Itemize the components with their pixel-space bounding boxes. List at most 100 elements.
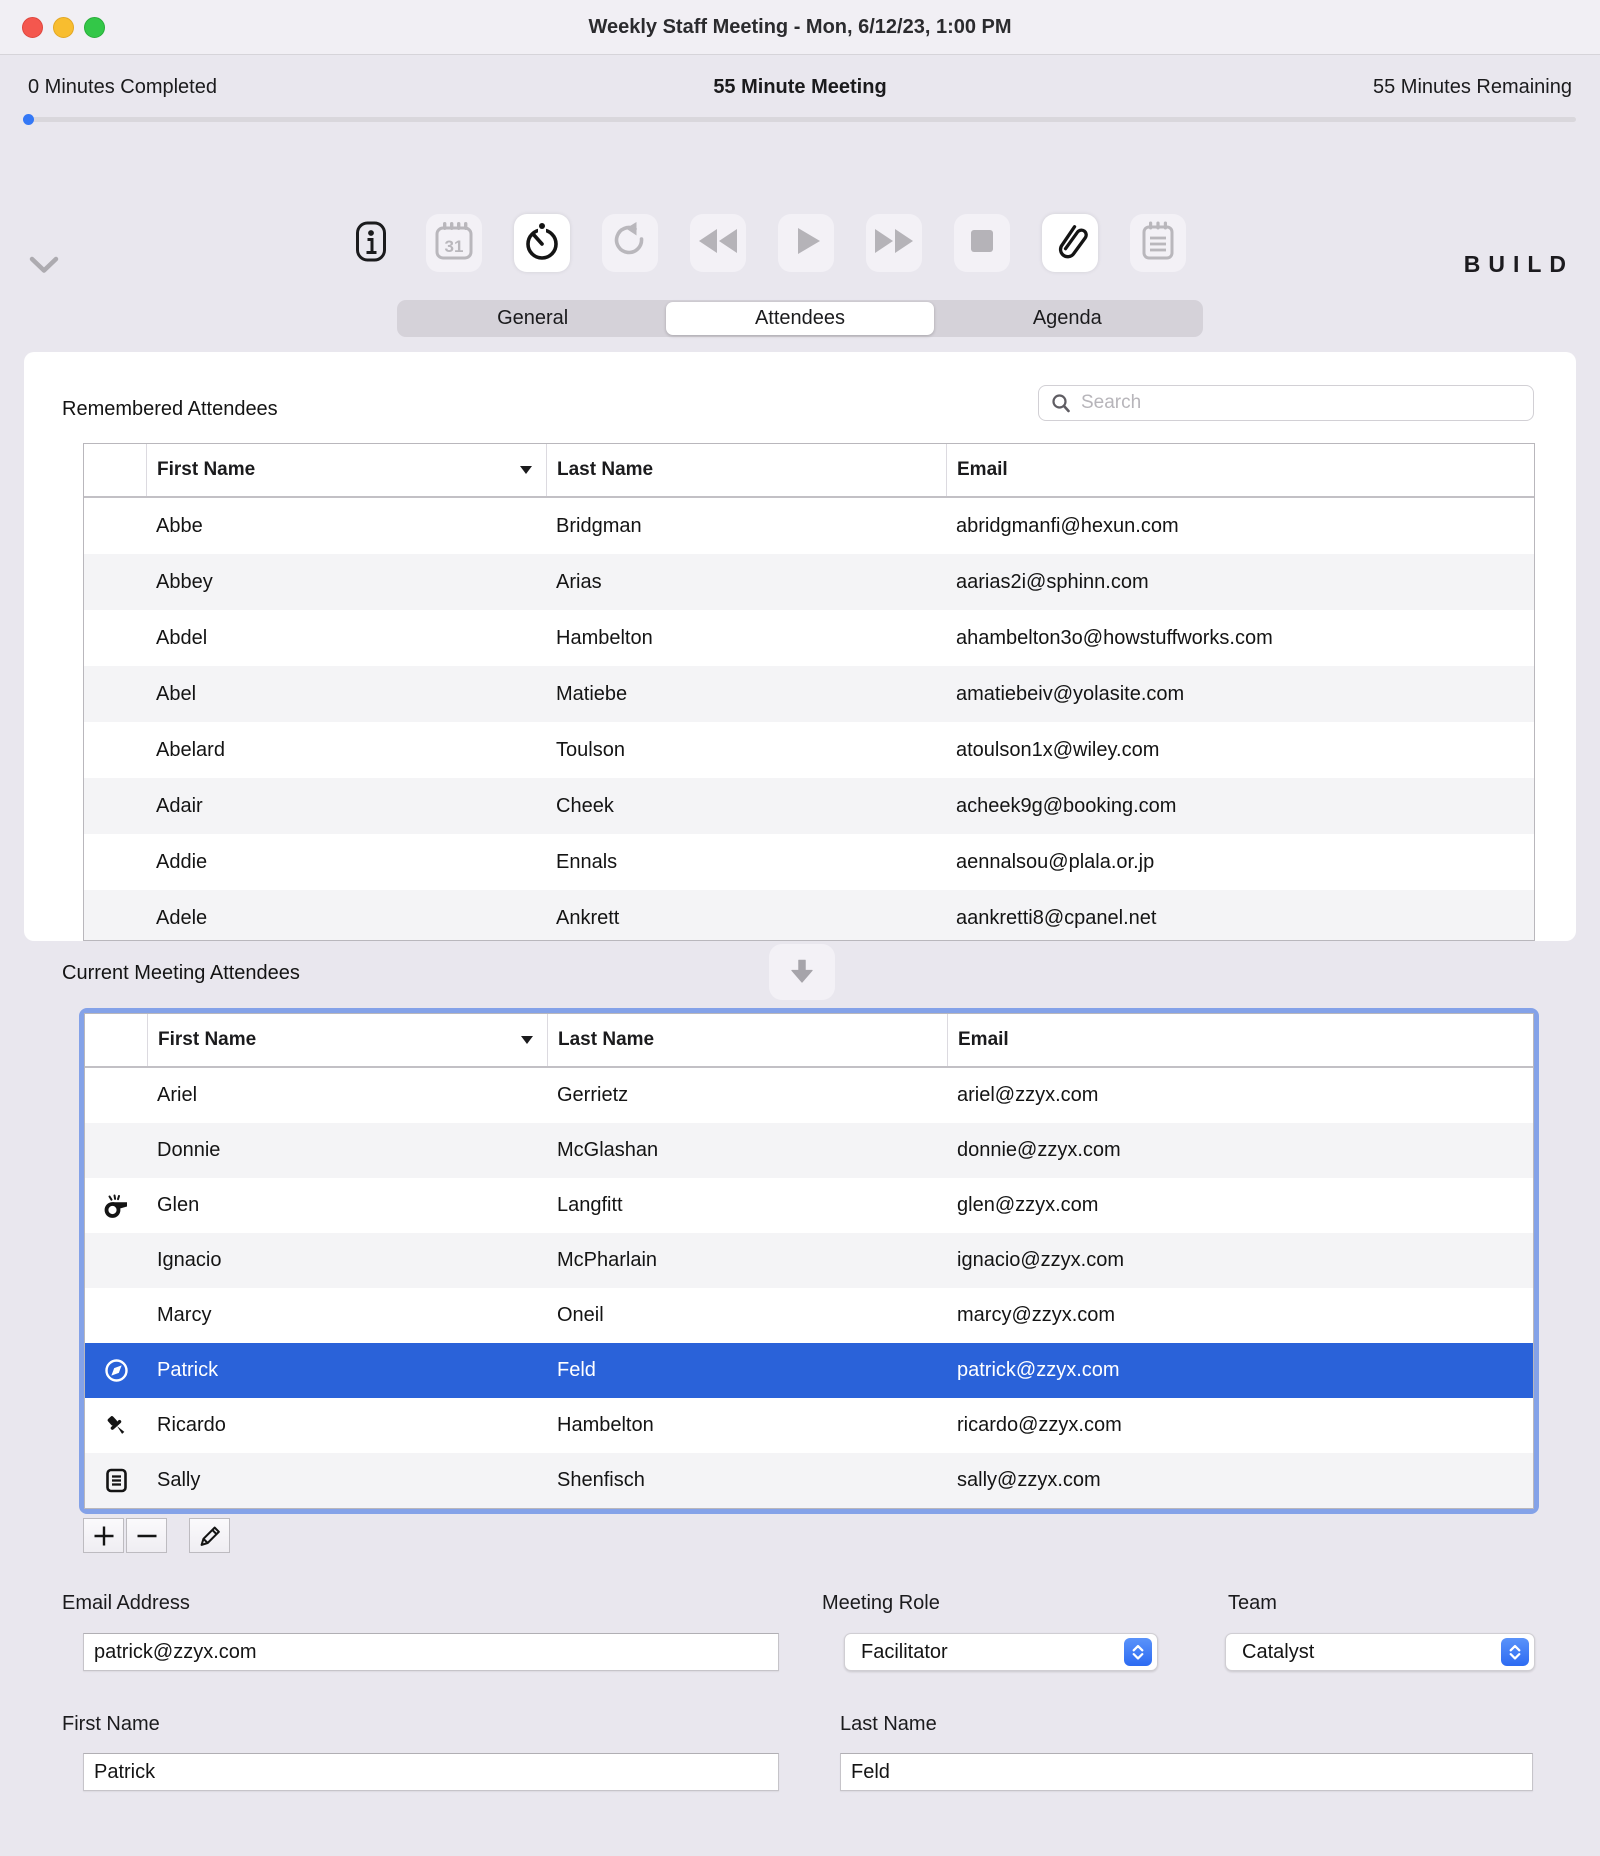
table-header: First Name Last Name Email xyxy=(85,1014,1533,1068)
table-row[interactable]: AbelMatiebeamatiebeiv@yolasite.com xyxy=(84,666,1534,722)
cell-last-name: Ankrett xyxy=(546,907,946,930)
last-name-label: Last Name xyxy=(840,1713,937,1736)
column-header-email[interactable]: Email xyxy=(946,444,1534,496)
play-icon xyxy=(784,219,828,268)
table-row[interactable]: RicardoHambeltonricardo@zzyx.com xyxy=(85,1398,1533,1453)
notes-icon xyxy=(1136,219,1180,268)
last-name-field[interactable] xyxy=(840,1753,1533,1791)
column-header-first-name[interactable]: First Name xyxy=(147,1014,547,1066)
cell-email: glen@zzyx.com xyxy=(947,1194,1533,1217)
cell-email: atoulson1x@wiley.com xyxy=(946,739,1534,762)
email-address-field[interactable] xyxy=(83,1633,779,1671)
tab-general[interactable]: General xyxy=(399,302,666,335)
search-input[interactable] xyxy=(1038,385,1534,421)
search-icon xyxy=(1051,393,1071,414)
table-row[interactable]: AddieEnnalsaennalsou@plala.or.jp xyxy=(84,834,1534,890)
tab-agenda[interactable]: Agenda xyxy=(934,302,1201,335)
table-row[interactable]: GlenLangfittglen@zzyx.com xyxy=(85,1178,1533,1233)
reset-icon xyxy=(608,219,652,268)
info-button[interactable] xyxy=(348,214,394,272)
cell-last-name: Oneil xyxy=(547,1304,947,1327)
table-row[interactable]: SallyShenfischsally@zzyx.com xyxy=(85,1453,1533,1508)
first-name-label: First Name xyxy=(62,1713,160,1736)
minimize-window-button[interactable] xyxy=(53,17,74,38)
table-row[interactable]: IgnacioMcPharlainignacio@zzyx.com xyxy=(85,1233,1533,1288)
zoom-window-button[interactable] xyxy=(84,17,105,38)
cell-last-name: McGlashan xyxy=(547,1139,947,1162)
table-body: AbbeBridgmanabridgmanfi@hexun.comAbbeyAr… xyxy=(84,498,1534,941)
column-header-first-name[interactable]: First Name xyxy=(146,444,546,496)
cell-first-name: Sally xyxy=(147,1469,547,1492)
plus-icon xyxy=(91,1523,117,1549)
pencil-icon xyxy=(196,1522,224,1550)
cell-first-name: Addie xyxy=(146,851,546,874)
column-header-email[interactable]: Email xyxy=(947,1014,1533,1066)
search-box xyxy=(1038,385,1534,421)
current-attendees-focus-ring: First Name Last Name Email ArielGerrietzari… xyxy=(79,1008,1539,1514)
window-title: Weekly Staff Meeting - Mon, 6/12/23, 1:0… xyxy=(120,0,1480,54)
table-row[interactable]: AbbeBridgmanabridgmanfi@hexun.com xyxy=(84,498,1534,554)
table-row[interactable]: AdairCheekacheek9g@booking.com xyxy=(84,778,1534,834)
table-row[interactable]: AbelardToulsonatoulson1x@wiley.com xyxy=(84,722,1534,778)
table-row[interactable]: DonnieMcGlashandonnie@zzyx.com xyxy=(85,1123,1533,1178)
minus-icon xyxy=(134,1523,160,1549)
cell-first-name: Adele xyxy=(146,907,546,930)
notes-button[interactable] xyxy=(1130,214,1186,272)
table-row[interactable]: AbbeyAriasaarias2i@sphinn.com xyxy=(84,554,1534,610)
cell-last-name: Feld xyxy=(547,1359,947,1382)
cell-email: sally@zzyx.com xyxy=(947,1469,1533,1492)
cell-email: marcy@zzyx.com xyxy=(947,1304,1533,1327)
table-row[interactable]: AbdelHambeltonahambelton3o@howstuffworks… xyxy=(84,610,1534,666)
column-label: First Name xyxy=(157,459,255,481)
team-label: Team xyxy=(1228,1592,1277,1615)
meeting-role-select[interactable]: Facilitator xyxy=(844,1633,1158,1671)
table-row[interactable]: AdeleAnkrettaankretti8@cpanel.net xyxy=(84,890,1534,941)
remove-attendee-button[interactable] xyxy=(126,1518,167,1553)
close-window-button[interactable] xyxy=(22,17,43,38)
compass-icon xyxy=(85,1357,147,1384)
window-controls xyxy=(22,17,105,38)
cell-last-name: Shenfisch xyxy=(547,1469,947,1492)
attachment-button[interactable] xyxy=(1042,214,1098,272)
cell-first-name: Glen xyxy=(147,1194,547,1217)
team-select[interactable]: Catalyst xyxy=(1225,1633,1535,1671)
edit-attendee-button[interactable] xyxy=(189,1518,230,1553)
cell-first-name: Abdel xyxy=(146,627,546,650)
remembered-attendees-title: Remembered Attendees xyxy=(62,398,278,421)
table-row[interactable]: PatrickFeldpatrick@zzyx.com xyxy=(85,1343,1533,1398)
tab-attendees[interactable]: Attendees xyxy=(666,302,933,335)
cell-last-name: Matiebe xyxy=(546,683,946,706)
timer-button[interactable] xyxy=(514,214,570,272)
column-header-last-name[interactable]: Last Name xyxy=(547,1014,947,1066)
meeting-progress-bar xyxy=(24,117,1576,122)
table-row[interactable]: MarcyOneilmarcy@zzyx.com xyxy=(85,1288,1533,1343)
fast-forward-button[interactable] xyxy=(866,214,922,272)
svg-text:31: 31 xyxy=(445,237,464,256)
info-icon xyxy=(351,218,391,269)
chevron-down-icon[interactable] xyxy=(26,254,62,278)
cell-first-name: Ariel xyxy=(147,1084,547,1107)
cell-email: aankretti8@cpanel.net xyxy=(946,907,1534,930)
move-attendee-down-button[interactable] xyxy=(769,944,835,1000)
cell-first-name: Adair xyxy=(146,795,546,818)
current-attendees-table: First Name Last Name Email ArielGerrietzari… xyxy=(84,1013,1534,1509)
calendar-button[interactable]: 31 xyxy=(426,214,482,272)
meeting-length-label: 55 Minute Meeting xyxy=(0,76,1600,99)
stop-button[interactable] xyxy=(954,214,1010,272)
first-name-field[interactable] xyxy=(83,1753,779,1791)
column-header-last-name[interactable]: Last Name xyxy=(546,444,946,496)
brand-logo: BUILD xyxy=(1464,251,1574,278)
cell-email: ahambelton3o@howstuffworks.com xyxy=(946,627,1534,650)
rewind-button[interactable] xyxy=(690,214,746,272)
add-attendee-button[interactable] xyxy=(83,1518,124,1553)
rewind-icon xyxy=(696,219,740,268)
table-row[interactable]: ArielGerrietzariel@zzyx.com xyxy=(85,1068,1533,1123)
cell-email: aennalsou@plala.or.jp xyxy=(946,851,1534,874)
play-button[interactable] xyxy=(778,214,834,272)
reset-button[interactable] xyxy=(602,214,658,272)
cell-first-name: Abbe xyxy=(146,515,546,538)
sort-indicator-icon xyxy=(521,1036,533,1044)
cell-first-name: Marcy xyxy=(147,1304,547,1327)
column-label: Email xyxy=(958,1029,1009,1051)
column-label: Last Name xyxy=(558,1029,654,1051)
